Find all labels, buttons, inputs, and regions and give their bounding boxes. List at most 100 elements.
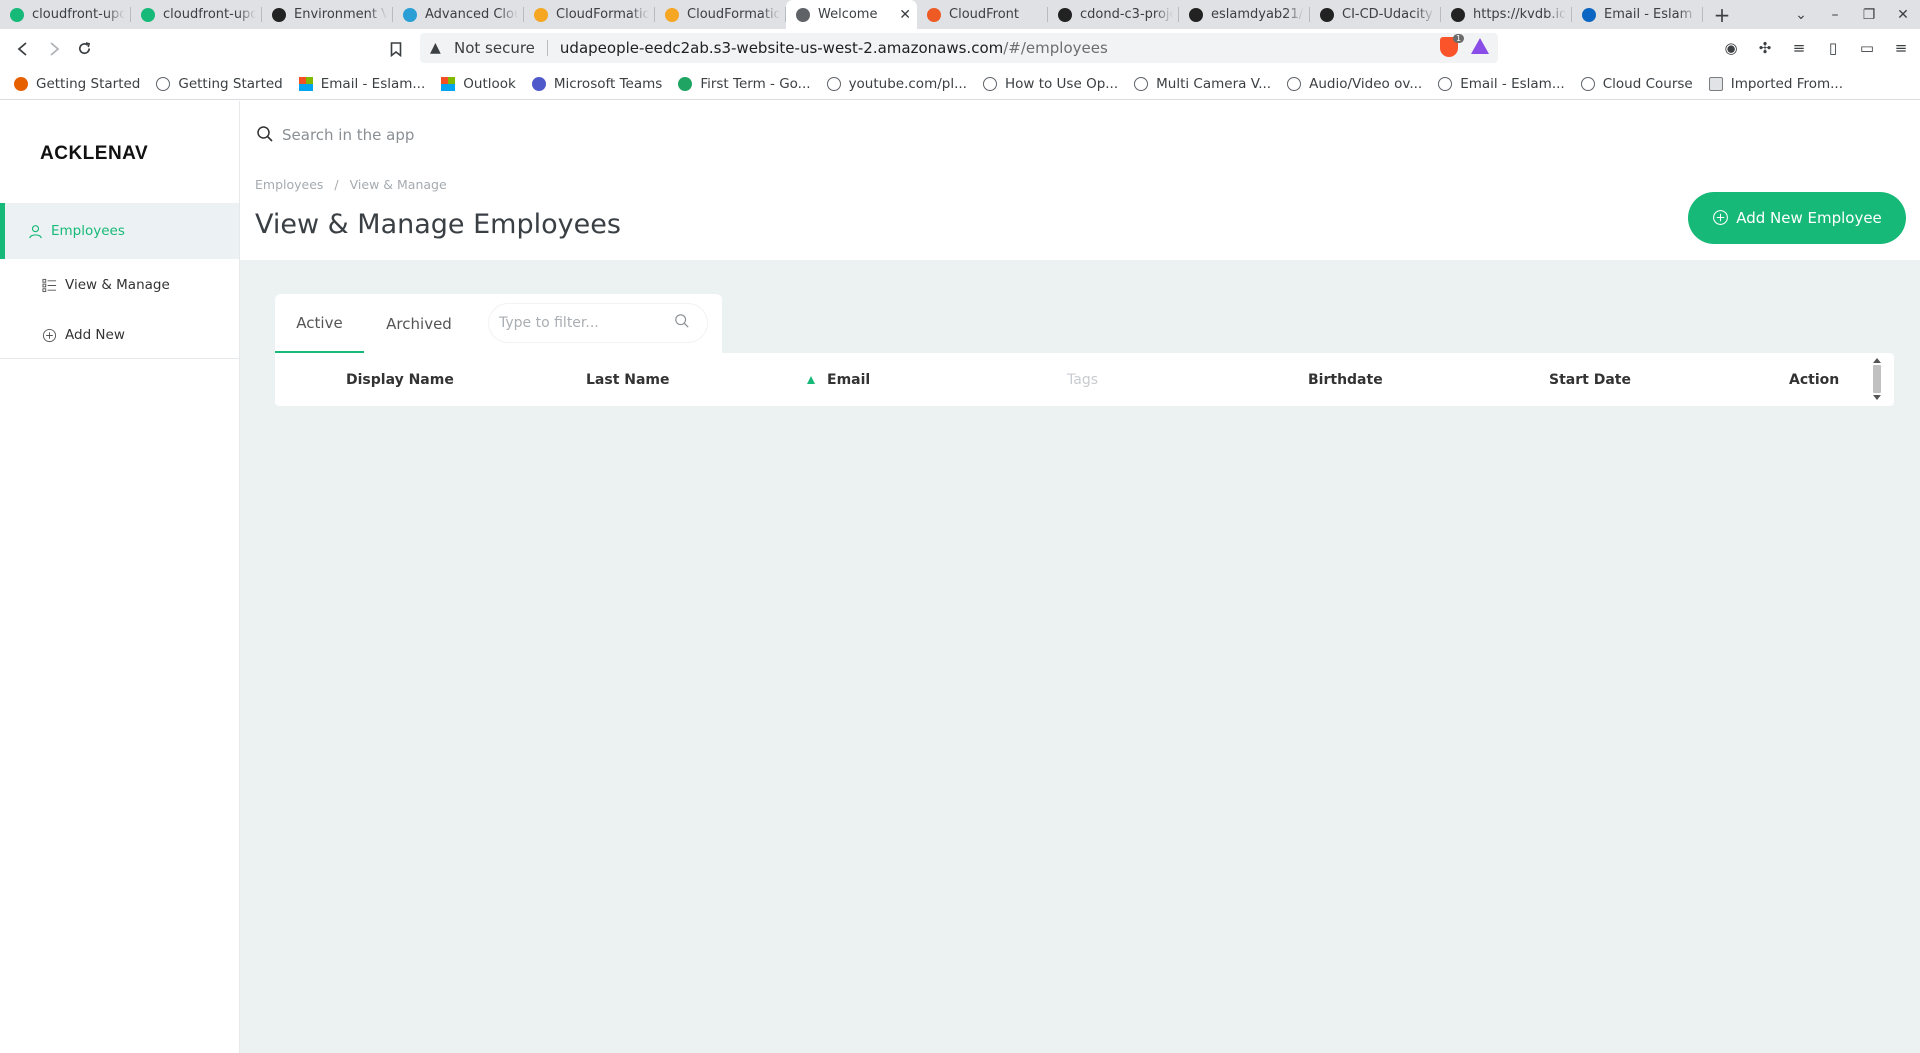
brave-rewards-icon[interactable] <box>1471 38 1489 54</box>
browser-tab-title: Welcome <box>818 7 878 22</box>
browser-tab[interactable]: CI-CD-Udacity <box>1310 0 1441 29</box>
browser-tab[interactable]: Advanced Clou <box>393 0 524 29</box>
column-email[interactable]: Email <box>807 353 870 406</box>
browser-tab[interactable]: cloudfront-upd <box>0 0 131 29</box>
security-label[interactable]: Not secure <box>454 39 535 57</box>
app-root: ACKLENAV Employees View & Manage Add New <box>0 101 1920 1053</box>
bookmark-item[interactable]: How to Use Op... <box>982 76 1118 92</box>
filter-input[interactable] <box>499 315 674 331</box>
browser-tab[interactable]: CloudFormatio <box>655 0 786 29</box>
tab-search-icon[interactable]: ⌄ <box>1784 7 1818 23</box>
minimize-icon[interactable]: – <box>1818 7 1852 23</box>
browser-tab[interactable]: CloudFormatio <box>524 0 655 29</box>
main-area: Employees / View & Manage View & Manage … <box>240 101 1920 1053</box>
column-display-name[interactable]: Display Name <box>346 353 454 406</box>
bookmark-label: First Term - Go... <box>700 75 811 92</box>
aws-cube-icon <box>534 7 548 22</box>
bookmark-item[interactable]: Outlook <box>441 76 516 92</box>
menu-icon[interactable]: ≡ <box>1888 35 1914 61</box>
column-birthdate[interactable]: Birthdate <box>1308 353 1383 406</box>
bookmark-item[interactable]: Email - Eslam... <box>298 76 425 92</box>
browser-tab-title: CloudFormatio <box>687 7 780 22</box>
globe-icon <box>826 76 841 91</box>
bookmarks-bar: Getting Started Getting Started Email - Es… <box>0 68 1920 100</box>
sidebar-item-employees[interactable]: Employees <box>0 203 239 259</box>
column-email-label: Email <box>827 371 871 388</box>
scroll-thumb[interactable] <box>1873 365 1881 393</box>
breadcrumb-separator: / <box>334 177 339 192</box>
table-scrollbar[interactable] <box>1872 358 1882 403</box>
browser-tab-title: cdond-c3-proje <box>1080 7 1173 22</box>
media-queue-icon[interactable]: ≡ <box>1786 35 1812 61</box>
browser-tab-title: CloudFormatio <box>556 7 649 22</box>
sidebar-item-add-new[interactable]: Add New <box>0 323 125 347</box>
sort-ascending-icon <box>807 375 815 384</box>
warning-icon[interactable]: ▲ <box>430 40 448 56</box>
column-start-date[interactable]: Start Date <box>1549 353 1631 406</box>
bookmark-page-icon[interactable] <box>382 35 410 63</box>
tab-archived[interactable]: Archived <box>374 294 464 353</box>
sidebar-item-label: Employees <box>51 223 125 239</box>
scroll-up-icon[interactable] <box>1873 358 1881 363</box>
browser-tab[interactable]: CloudFront <box>917 0 1048 29</box>
bookmark-item[interactable]: youtube.com/pl... <box>826 75 967 92</box>
browser-tab[interactable]: Welcome ✕ <box>786 0 917 29</box>
bookmark-item[interactable]: Multi Camera V... <box>1134 76 1271 92</box>
bookmark-label: Getting Started <box>36 75 141 92</box>
outlook-icon <box>1582 7 1596 22</box>
bookmark-item[interactable]: Imported From... <box>1708 76 1843 92</box>
bookmark-label: youtube.com/pl... <box>848 75 967 92</box>
back-icon[interactable] <box>7 33 38 64</box>
browser-tab[interactable]: Email - Eslam <box>1572 0 1703 29</box>
filter-search-icon[interactable] <box>674 313 690 333</box>
github-icon <box>1189 7 1203 22</box>
acklenavenue-logo[interactable]: ACKLENAV <box>40 143 148 165</box>
aws-cube-icon <box>927 7 941 22</box>
scroll-down-icon[interactable] <box>1873 395 1881 400</box>
extensions-puzzle-icon[interactable]: ✣ <box>1752 35 1778 61</box>
close-window-icon[interactable]: ✕ <box>1886 7 1920 23</box>
url-path[interactable]: /#/employees <box>1003 39 1108 57</box>
bookmark-item[interactable]: Microsoft Teams <box>531 75 663 92</box>
search-input[interactable] <box>282 126 1542 144</box>
browser-tab-title: eslamdyab21/ <box>1211 7 1304 22</box>
sidebar-item-view-manage[interactable]: View & Manage <box>0 273 170 297</box>
browser-tab[interactable]: cloudfront-upd <box>131 0 262 29</box>
udacity-icon <box>403 7 417 22</box>
browser-tab-title: https://kvdb.io <box>1473 7 1566 22</box>
column-last-name[interactable]: Last Name <box>586 353 670 406</box>
bookmark-item[interactable]: Getting Started <box>14 76 140 92</box>
browser-tab[interactable]: https://kvdb.io <box>1441 0 1572 29</box>
bookmark-label: Microsoft Teams <box>553 75 663 92</box>
bookmark-item[interactable]: Email - Eslam... <box>1438 76 1565 92</box>
tab-list: cloudfront-upd cloudfront-upd Environment … <box>0 0 1703 29</box>
bookmark-item[interactable]: First Term - Go... <box>678 75 811 92</box>
breadcrumb-employees[interactable]: Employees <box>255 177 323 192</box>
restore-icon[interactable]: ❐ <box>1852 7 1886 23</box>
profile-extension-icon[interactable]: ◉ <box>1718 35 1744 61</box>
forward-icon[interactable] <box>38 33 69 64</box>
close-tab-icon[interactable]: ✕ <box>899 7 911 23</box>
url-host[interactable]: udapeople-eedc2ab.s3-website-us-west-2.a… <box>560 39 1003 57</box>
bookmark-item[interactable]: Audio/Video ov... <box>1287 76 1422 92</box>
address-bar[interactable]: ▲ Not secure udapeople-eedc2ab.s3-websit… <box>420 33 1498 63</box>
browser-tab[interactable]: eslamdyab21/ <box>1179 0 1310 29</box>
browser-tab-title: Email - Eslam <box>1604 7 1693 22</box>
wallet-icon[interactable]: ▭ <box>1854 35 1880 61</box>
new-tab-button[interactable]: + <box>1703 0 1741 29</box>
breadcrumb-view-manage[interactable]: View & Manage <box>350 177 447 192</box>
browser-tab[interactable]: cdond-c3-proje <box>1048 0 1179 29</box>
sidebar-toggle-icon[interactable]: ▯ <box>1820 35 1846 61</box>
reload-icon[interactable] <box>69 33 100 64</box>
bookmark-item[interactable]: Getting Started <box>156 76 283 92</box>
user-icon <box>27 223 43 239</box>
drive-icon <box>678 76 693 91</box>
microsoft-icon <box>441 76 456 91</box>
bookmark-item[interactable]: Cloud Course <box>1580 76 1693 92</box>
tab-active[interactable]: Active <box>275 294 364 353</box>
bookmark-label: Email - Eslam... <box>1460 75 1565 92</box>
content-area: Active Archived Display Name Last Name E… <box>240 260 1920 1053</box>
add-new-employee-button[interactable]: Add New Employee <box>1688 192 1906 244</box>
circleci-icon <box>272 7 286 22</box>
browser-tab[interactable]: Environment V <box>262 0 393 29</box>
